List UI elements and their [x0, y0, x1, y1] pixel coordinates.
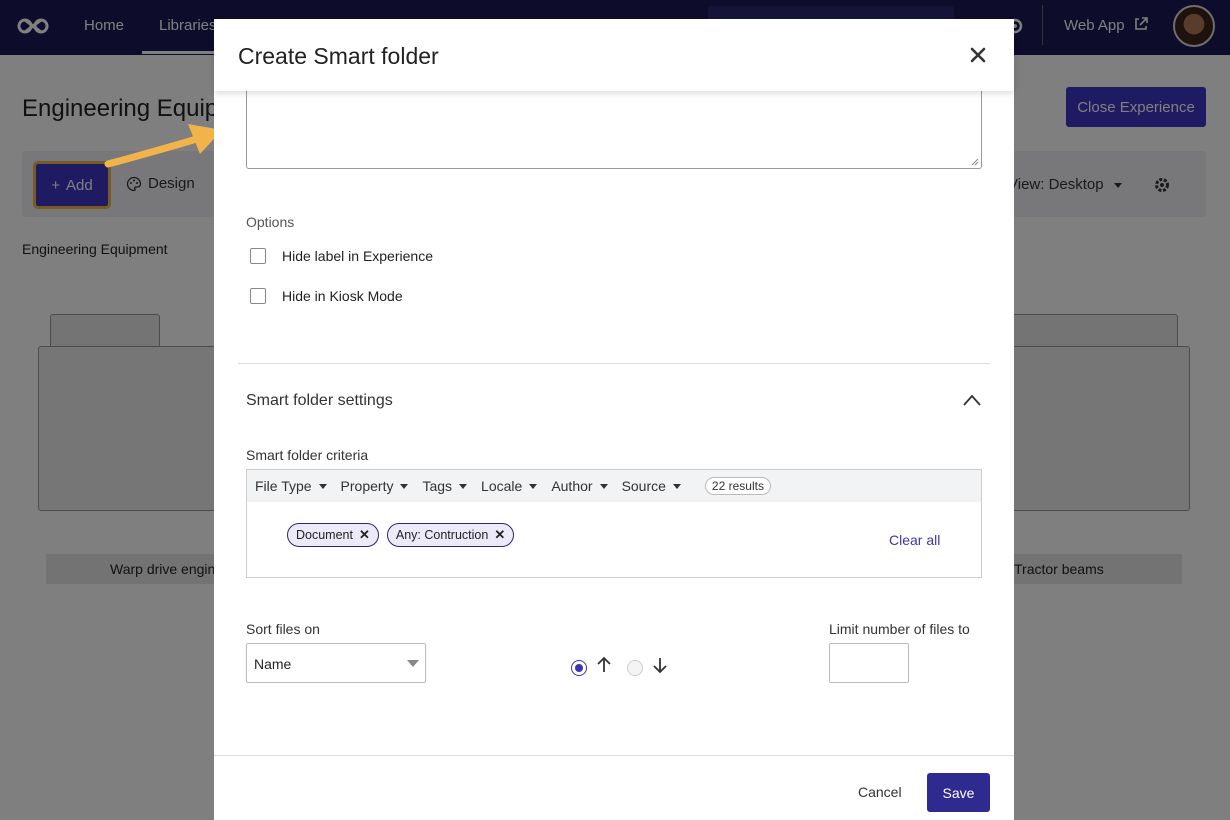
limit-files-label: Limit number of files to	[829, 621, 970, 637]
hide-kiosk-checkbox[interactable]	[250, 288, 266, 304]
filter-author[interactable]: Author	[551, 478, 608, 494]
modal-title: Create Smart folder	[238, 43, 439, 69]
hide-kiosk-text: Hide in Kiosk Mode	[282, 288, 403, 304]
hide-label-checkbox[interactable]	[250, 248, 266, 264]
sort-files-label: Sort files on	[246, 621, 320, 637]
modal-header: Create Smart folder	[214, 19, 1014, 91]
caret-down-icon	[672, 483, 681, 489]
filter-property[interactable]: Property	[341, 478, 409, 494]
footer-divider	[214, 755, 1014, 756]
filter-tags[interactable]: Tags	[422, 478, 468, 494]
hide-label-option[interactable]: Hide label in Experience	[250, 248, 433, 264]
filter-bar: File Type Property Tags Locale Author So…	[247, 470, 981, 502]
caret-down-icon	[407, 660, 419, 667]
options-label: Options	[246, 214, 295, 230]
filter-chip-document[interactable]: Document ✕	[287, 523, 379, 547]
sort-field-select[interactable]: Name	[246, 643, 426, 683]
create-smart-folder-modal: Create Smart folder Options Hide label i…	[214, 19, 1014, 820]
description-textarea[interactable]	[246, 79, 982, 169]
filter-locale[interactable]: Locale	[481, 478, 538, 494]
caret-down-icon	[400, 483, 409, 489]
remove-chip-icon[interactable]: ✕	[359, 527, 370, 543]
callout-arrow-icon	[104, 124, 222, 168]
filter-file-type[interactable]: File Type	[255, 478, 327, 494]
criteria-label: Smart folder criteria	[246, 447, 369, 463]
filter-label: Locale	[481, 478, 523, 494]
chip-label: Document	[296, 528, 353, 542]
save-button[interactable]: Save	[927, 773, 990, 812]
chip-label: Any: Contruction	[395, 528, 489, 542]
close-icon[interactable]	[968, 45, 988, 65]
chevron-up-icon[interactable]	[962, 393, 982, 407]
section-divider	[238, 363, 990, 364]
resize-handle-icon[interactable]	[969, 156, 979, 166]
arrow-up-icon	[597, 656, 611, 672]
filter-label: File Type	[255, 478, 312, 494]
filter-label: Source	[621, 478, 666, 494]
smart-folder-settings-title[interactable]: Smart folder settings	[246, 392, 393, 410]
filter-chip-construction[interactable]: Any: Contruction ✕	[386, 523, 515, 547]
hide-label-text: Hide label in Experience	[282, 248, 433, 264]
caret-down-icon	[529, 483, 538, 489]
filter-label: Tags	[422, 478, 453, 494]
sort-descending-radio[interactable]	[627, 660, 643, 676]
active-filter-chips: Document ✕ Any: Contruction ✕	[287, 523, 515, 547]
results-count-badge: 22 results	[704, 477, 771, 495]
sort-select-value: Name	[254, 656, 292, 672]
arrow-down-icon	[653, 658, 667, 674]
caret-down-icon	[318, 483, 327, 489]
remove-chip-icon[interactable]: ✕	[494, 527, 505, 543]
criteria-box: File Type Property Tags Locale Author So…	[246, 469, 982, 578]
sort-ascending-radio[interactable]	[571, 660, 587, 676]
filter-label: Author	[551, 478, 593, 494]
filter-source[interactable]: Source	[622, 478, 681, 494]
limit-files-input[interactable]	[829, 643, 909, 683]
cancel-button[interactable]: Cancel	[858, 784, 902, 800]
clear-all-link[interactable]: Clear all	[889, 532, 940, 548]
caret-down-icon	[459, 483, 468, 489]
caret-down-icon	[599, 483, 608, 489]
hide-kiosk-option[interactable]: Hide in Kiosk Mode	[250, 288, 403, 304]
filter-label: Property	[340, 478, 394, 494]
